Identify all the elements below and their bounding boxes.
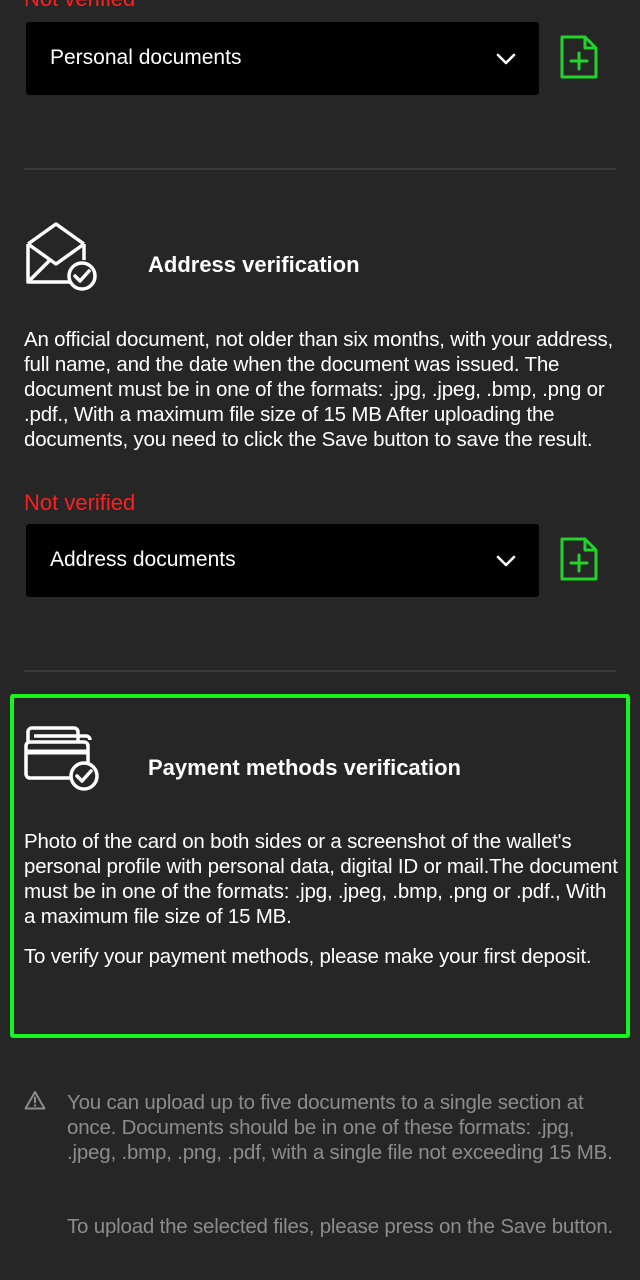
- personal-documents-select[interactable]: Personal documents: [26, 22, 539, 95]
- section-divider: [24, 168, 616, 170]
- envelope-check-icon: [26, 222, 97, 291]
- upload-notice-text: You can upload up to five documents to a…: [67, 1091, 613, 1164]
- payment-deposit-note: To verify your payment methods, please m…: [24, 945, 592, 968]
- warning-icon: [24, 1091, 46, 1110]
- address-documents-select[interactable]: Address documents: [26, 524, 539, 597]
- payment-section-description: Photo of the card on both sides or a scr…: [24, 830, 618, 928]
- payment-section-title: Payment methods verification: [148, 755, 461, 780]
- address-documents-select-value: Address documents: [50, 548, 236, 571]
- cards-check-icon: [24, 726, 99, 791]
- address-section-description: An official document, not older than six…: [24, 328, 614, 451]
- address-status-label: Not verified: [24, 490, 136, 515]
- save-hint-text: To upload the selected files, please pre…: [67, 1215, 614, 1238]
- section-divider: [24, 670, 616, 672]
- chevron-down-icon: [496, 53, 516, 65]
- verification-page: Not verified Personal documents Address …: [0, 0, 640, 1280]
- personal-documents-select-value: Personal documents: [50, 46, 242, 69]
- address-upload-icon[interactable]: [558, 536, 600, 582]
- personal-upload-icon[interactable]: [558, 34, 600, 80]
- address-section-title: Address verification: [148, 252, 360, 277]
- chevron-down-icon: [496, 555, 516, 567]
- personal-status-label: Not verified: [24, 0, 135, 11]
